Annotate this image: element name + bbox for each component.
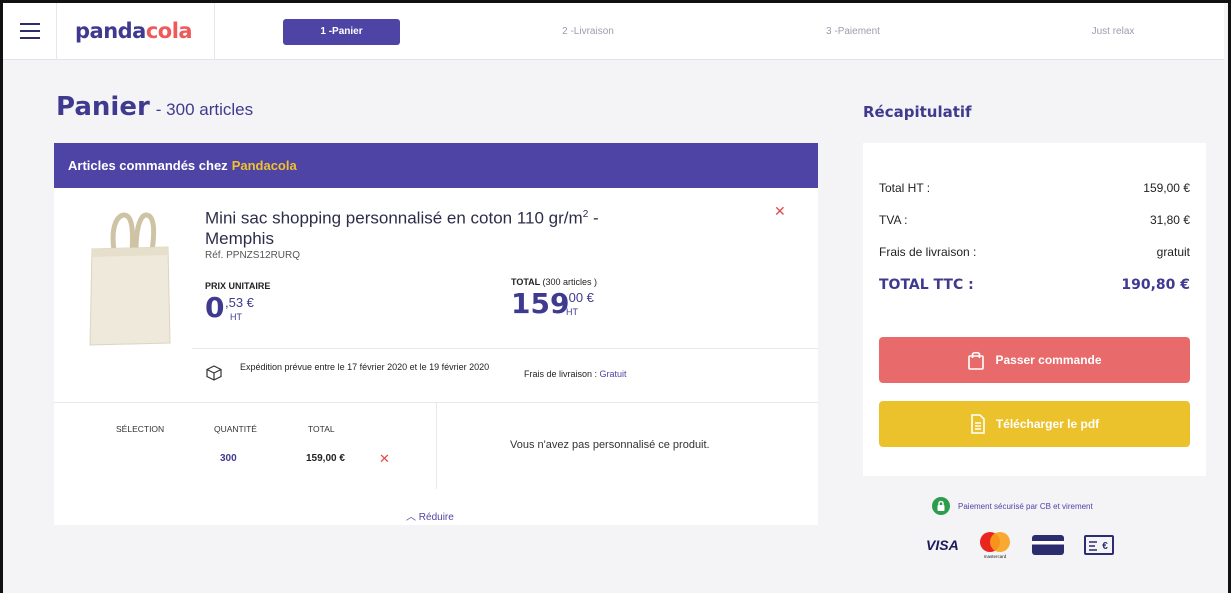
divider <box>192 348 818 349</box>
visa-icon: VISA <box>926 537 959 553</box>
cart-header: Articles commandés chez Pandacola <box>54 143 818 188</box>
vertical-divider <box>436 403 437 489</box>
unit-price-ht: HT <box>230 312 242 322</box>
summary-row-label: TVA : <box>879 213 908 227</box>
step-just-relax: Just relax <box>1091 26 1135 37</box>
document-icon <box>971 414 985 434</box>
summary-card: Total HT : 159,00 € TVA : 31,80 € Frais … <box>863 143 1206 476</box>
summary-row: Frais de livraison : gratuit <box>879 245 1190 259</box>
top-header: pandacola 1 -Panier 2 -Livraison 3 -Paie… <box>3 2 1224 60</box>
product-name[interactable]: Mini sac shopping personnalisé en coton … <box>205 205 765 249</box>
secure-payment-text: Paiement sécurisé par CB et virement <box>958 501 1093 511</box>
total-price-int: 159 <box>511 287 570 320</box>
remove-product-icon[interactable]: ✕ <box>774 203 786 220</box>
col-selection: SÉLECTION <box>116 424 165 434</box>
credit-card-icon <box>1031 535 1064 555</box>
product-name-line1: Mini sac shopping personnalisé en coton … <box>205 208 583 228</box>
summary-row: Total HT : 159,00 € <box>879 181 1190 195</box>
place-order-button[interactable]: Passer commande <box>879 337 1190 383</box>
bank-transfer-icon: € <box>1083 535 1114 555</box>
logo-part2: cola <box>145 19 193 43</box>
shipping-fee: Frais de livraison : Gratuit <box>524 369 627 379</box>
summary-row-value: 31,80 € <box>1149 213 1190 227</box>
mastercard-label: mastercard <box>983 554 1006 559</box>
total-label: TOTAL (300 articles ) <box>511 277 597 287</box>
logo-part1: panda <box>75 19 146 43</box>
lock-icon <box>932 497 950 515</box>
remove-selection-icon[interactable]: ✕ <box>379 451 390 467</box>
payment-methods: VISA mastercard € <box>926 530 1115 560</box>
cart-header-prefix: Articles commandés chez <box>68 158 228 173</box>
summary-total-value: 190,80 € <box>1121 277 1190 293</box>
summary-row-label: Total HT : <box>879 181 931 195</box>
svg-text:€: € <box>1102 541 1108 552</box>
step-panier[interactable]: 1 -Panier <box>283 19 400 45</box>
cart-header-brand: Pandacola <box>231 158 297 173</box>
cart-card: Articles commandés chez Pandacola Mini s… <box>54 143 818 525</box>
summary-row: TVA : 31,80 € <box>879 213 1190 227</box>
selection-total: 159,00 € <box>306 453 345 464</box>
no-customization-text: Vous n'avez pas personnalisé ce produit. <box>510 439 710 451</box>
unit-price-label: PRIX UNITAIRE <box>205 281 271 291</box>
cart-title: Panier <box>56 92 150 122</box>
reduce-label: Réduire <box>418 512 454 523</box>
menu-icon[interactable] <box>3 2 57 60</box>
unit-price-dec: ,53 € <box>225 295 254 310</box>
summary-title: Récapitulatif <box>863 103 972 121</box>
cart-count: - 300 articles <box>155 100 254 119</box>
product-name-suffix: - <box>588 208 599 228</box>
summary-row-value: gratuit <box>1156 245 1190 259</box>
reduce-link[interactable]: ︿ Réduire <box>406 508 454 523</box>
download-pdf-label: Télécharger le pdf <box>995 417 1100 431</box>
unit-price-int: 0 <box>205 291 225 324</box>
total-count: (300 articles ) <box>542 277 598 287</box>
selection-quantity[interactable]: 300 <box>220 453 237 464</box>
bag-icon <box>968 351 985 370</box>
product-ref: Réf. PPNZS12RURQ <box>205 250 301 261</box>
total-price-dec: ,00 € <box>565 290 594 305</box>
shipping-fee-value: Gratuit <box>599 369 627 379</box>
page-title: Panier - 300 articles <box>56 92 253 122</box>
box-icon <box>206 365 222 381</box>
col-quantity: QUANTITÉ <box>214 424 257 434</box>
shipping-estimate: Expédition prévue entre le 17 février 20… <box>240 362 490 372</box>
chevron-up-icon: ︿ <box>406 512 416 523</box>
step-livraison[interactable]: 2 -Livraison <box>528 19 648 45</box>
product-image[interactable] <box>80 201 180 351</box>
summary-total-label: TOTAL TTC : <box>879 277 974 293</box>
summary-row-value: 159,00 € <box>1143 181 1190 195</box>
mastercard-icon: mastercard <box>979 532 1010 559</box>
summary-total: TOTAL TTC : 190,80 € <box>879 277 1190 293</box>
download-pdf-button[interactable]: Télécharger le pdf <box>879 401 1190 447</box>
secure-payment: Paiement sécurisé par CB et virement <box>932 497 1093 515</box>
checkout-steps: 1 -Panier 2 -Livraison 3 -Paiement Just … <box>283 19 1183 45</box>
step-paiement[interactable]: 3 -Paiement <box>793 19 913 45</box>
product-name-line2: Memphis <box>205 228 274 248</box>
summary-row-label: Frais de livraison : <box>879 245 977 259</box>
logo[interactable]: pandacola <box>57 2 215 60</box>
total-price-ht: HT <box>566 307 578 317</box>
place-order-label: Passer commande <box>995 353 1102 367</box>
col-total: TOTAL <box>308 424 335 434</box>
shipping-fee-label: Frais de livraison : <box>524 369 598 379</box>
total-label-text: TOTAL <box>511 277 540 287</box>
